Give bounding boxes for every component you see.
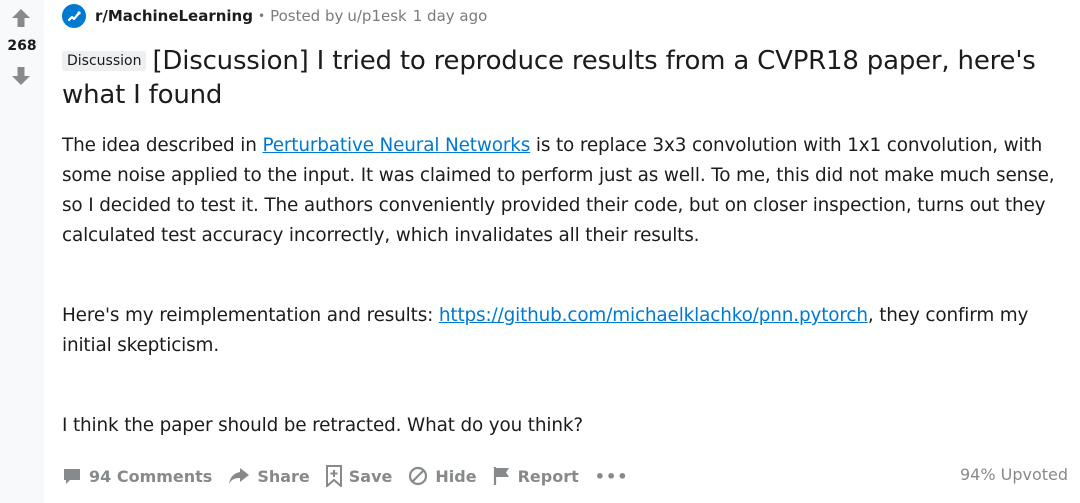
upvote-icon[interactable] [11,8,31,28]
post-title-block: Discussion [Discussion] I tried to reprod… [62,44,1068,112]
comments-label: 94 Comments [89,466,213,486]
report-button[interactable]: Report [493,466,579,486]
paper-link[interactable]: Perturbative Neural Networks [262,135,530,156]
body-paragraph-3: I think the paper should be retracted. W… [62,415,583,436]
report-icon [493,467,509,485]
author-link[interactable]: u/p1esk [347,7,406,25]
body-paragraph-1: The idea described in Perturbative Neura… [62,131,1072,251]
share-button[interactable]: Share [228,466,310,486]
share-icon [229,468,250,484]
p2-text-start: Here's my reimplementation and results: [62,305,439,326]
save-button[interactable]: Save [325,465,393,487]
flair-badge[interactable]: Discussion [62,51,147,71]
hide-icon [409,466,428,486]
p1-text-start: The idea described in [62,135,263,156]
subreddit-link[interactable]: r/MachineLearning [95,7,253,25]
post-meta: r/MachineLearning • Posted by u/p1esk 1 … [62,4,487,28]
hide-label: Hide [435,466,477,486]
comment-icon [64,469,80,484]
github-link[interactable]: https://github.com/michaelklachko/pnn.py… [439,305,868,326]
save-icon [325,465,342,487]
meta-separator: • [257,9,266,23]
body-paragraph-2: Here's my reimplementation and results: … [62,301,1072,361]
report-label: Report [517,466,579,486]
share-label: Share [257,466,310,486]
posted-by-label: Posted by [270,7,344,25]
vote-column: 268 [0,0,44,503]
post-title[interactable]: [Discussion] I tried to reproduce result… [62,46,1036,110]
vote-count: 268 [7,38,37,54]
upvote-ratio: 94% Upvoted [959,465,1068,484]
more-options-button[interactable]: ••• [595,467,629,486]
comments-button[interactable]: 94 Comments [62,466,212,486]
post-age: 1 day ago [412,7,488,25]
downvote-icon[interactable] [11,66,31,86]
save-label: Save [348,466,393,486]
action-bar: 94 Comments Share Save Hide Report ••• [62,462,628,490]
hide-button[interactable]: Hide [408,466,477,486]
subreddit-icon[interactable] [62,4,86,28]
